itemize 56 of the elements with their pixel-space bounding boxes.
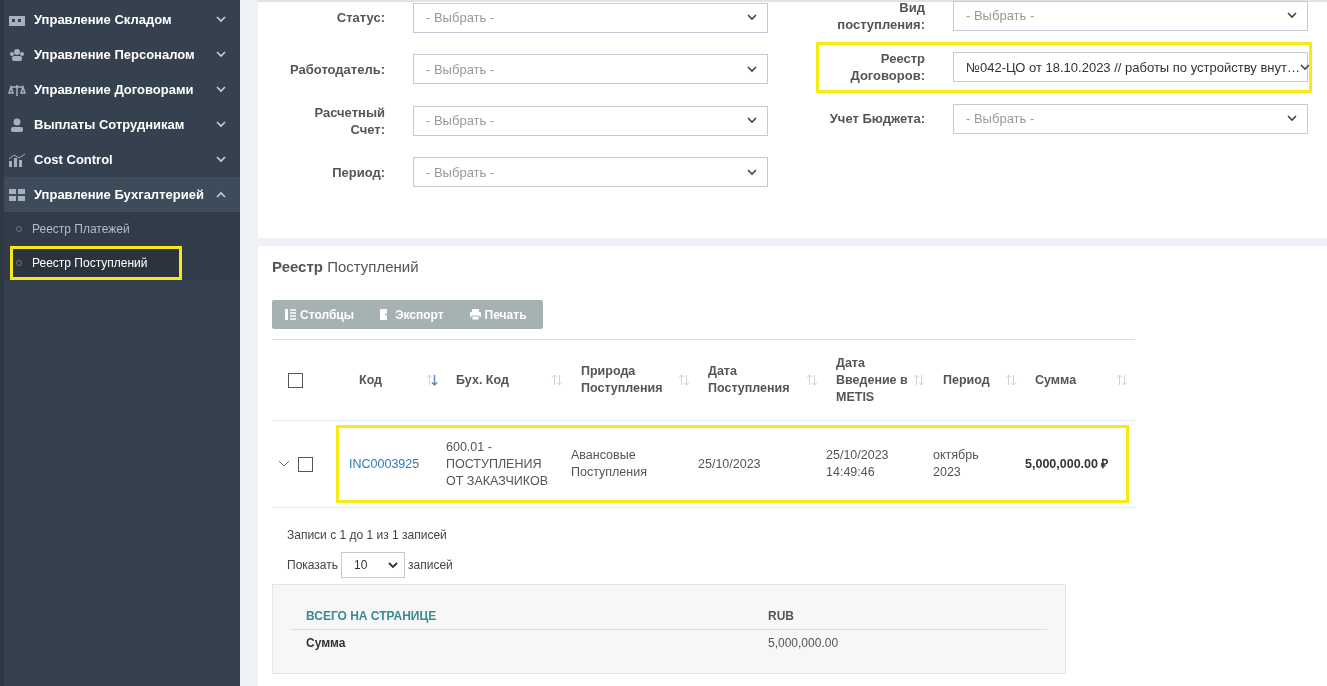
table-cell-text: 25/10/2023 14:49:46	[826, 447, 890, 481]
chevron-down-icon	[747, 117, 757, 125]
sidebar-item[interactable]: Cost Control	[4, 142, 240, 177]
grid-icon	[8, 187, 26, 202]
scales-icon	[8, 82, 26, 97]
checkbox[interactable]	[288, 372, 303, 388]
length-label: записей	[408, 558, 453, 572]
column-header[interactable]: Дата Введение в METIS	[826, 343, 933, 417]
records-info: Записи с 1 до 1 из 1 записей	[287, 528, 448, 542]
person-icon	[8, 117, 26, 132]
column-header[interactable]: Дата Поступления	[698, 343, 826, 417]
column-header[interactable]: Природа Поступления	[571, 343, 698, 417]
chevron-down-icon	[747, 14, 757, 22]
column-header[interactable]: Период	[933, 343, 1025, 417]
field-label: Учет Бюджета:	[828, 110, 925, 128]
table-cell: 5,000,000.00 ₽	[1025, 455, 1109, 473]
currency-label: RUB	[768, 609, 794, 623]
chevron-down-icon	[747, 168, 757, 176]
summary-label: Сумма	[306, 636, 347, 650]
field-label: Вид поступления:	[836, 0, 925, 33]
chevron-down-icon	[747, 65, 757, 73]
bar-chart-icon	[8, 152, 26, 167]
sidebar-item[interactable]: Управление Персоналом	[4, 37, 240, 72]
columns-icon	[285, 309, 296, 320]
chevron-down-icon	[1299, 63, 1310, 71]
length-label: Показать	[287, 558, 338, 572]
table-cell-text: октябрь 2023	[933, 447, 980, 481]
field-label: Реестр Договоров:	[849, 50, 925, 85]
chevron-down-icon	[1287, 115, 1297, 123]
chevron-down-icon	[1287, 12, 1297, 20]
table-cell: 25/10/2023	[698, 455, 761, 473]
table-cell-text: 600.01 - ПОСТУПЛЕНИЯ ОТ ЗАКАЗЧИКОВ	[446, 438, 549, 490]
table-cell-text: Авансовые Поступления	[571, 447, 648, 481]
code-link[interactable]: INC0003925	[349, 455, 420, 473]
select-field[interactable]: №042-ЦО от 18.10.2023 // работы по устройству внут…	[953, 52, 1308, 83]
summary-value: 5,000,000.00	[768, 636, 839, 650]
page-size-select[interactable]: 10	[341, 552, 405, 578]
sidebar-item[interactable]: Управление Бухгалтерией	[4, 177, 240, 212]
column-header[interactable]: Бух. Код	[446, 343, 571, 417]
sidebar-item[interactable]: Выплаты Сотрудникам	[4, 107, 240, 142]
column-header[interactable]: Сумма	[1025, 343, 1136, 417]
summary-heading: ВСЕГО НА СТРАНИЦЕ	[306, 609, 438, 623]
field-label: Статус:	[335, 9, 385, 27]
field-label: Работодатель:	[289, 60, 385, 78]
people-icon	[8, 47, 26, 62]
submenu-item[interactable]: Реестр Платежей	[4, 212, 240, 246]
submenu-item[interactable]: Реестр Поступлений	[10, 246, 182, 280]
field-label: Расчетный Счет:	[313, 103, 385, 138]
printer-icon	[469, 309, 481, 320]
panel-title: Реестр Поступлений	[272, 258, 420, 275]
chevron-down-icon	[388, 561, 398, 569]
column-header[interactable]: Код	[349, 343, 446, 417]
sidebar-item[interactable]: Управление Договорами	[4, 72, 240, 107]
field-label: Период:	[331, 163, 385, 181]
checkbox[interactable]	[298, 456, 313, 472]
sidebar-item[interactable]: Управление Складом	[4, 2, 240, 37]
